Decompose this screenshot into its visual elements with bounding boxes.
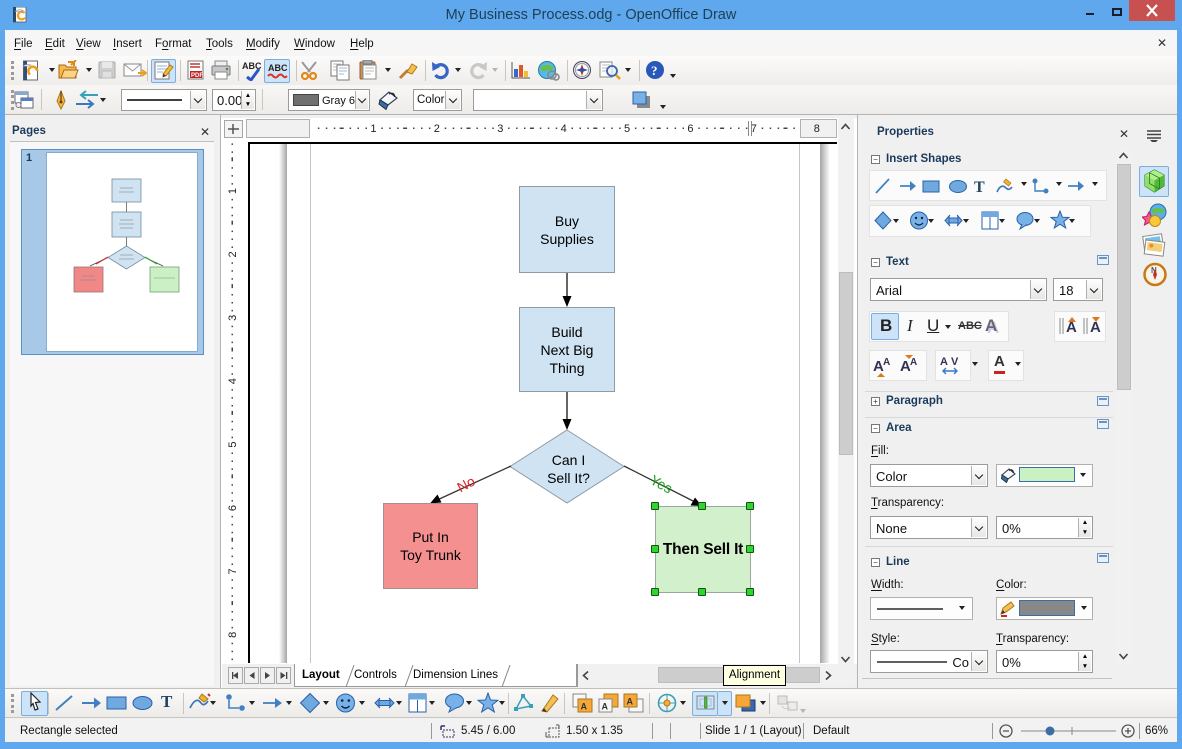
svg-text:4: 4 xyxy=(561,123,567,135)
svg-text:2: 2 xyxy=(434,123,440,135)
svg-text:A: A xyxy=(940,356,948,368)
svg-text:5: 5 xyxy=(624,123,630,135)
svg-text:3: 3 xyxy=(227,315,239,321)
svg-text:A: A xyxy=(581,702,588,712)
svg-text:6: 6 xyxy=(227,505,239,511)
svg-text:A: A xyxy=(627,697,634,707)
svg-text:A: A xyxy=(602,702,609,712)
svg-text:7: 7 xyxy=(227,568,239,574)
svg-text:8: 8 xyxy=(814,123,820,135)
svg-text:4: 4 xyxy=(227,378,239,384)
svg-text:A: A xyxy=(910,357,917,368)
svg-text:1: 1 xyxy=(227,188,239,194)
svg-text:3: 3 xyxy=(497,123,503,135)
svg-text:V: V xyxy=(951,356,959,368)
svg-text:6: 6 xyxy=(687,123,693,135)
svg-text:T: T xyxy=(974,179,985,196)
svg-text:ABC: ABC xyxy=(268,63,288,73)
svg-text:A: A xyxy=(883,357,890,368)
svg-text:PDF: PDF xyxy=(191,73,203,79)
svg-text:5: 5 xyxy=(227,442,239,448)
svg-text:?: ? xyxy=(651,63,658,78)
svg-text:2: 2 xyxy=(227,251,239,257)
svg-text:1: 1 xyxy=(370,123,376,135)
svg-text:8: 8 xyxy=(227,632,239,638)
svg-text:A: A xyxy=(1090,319,1101,336)
